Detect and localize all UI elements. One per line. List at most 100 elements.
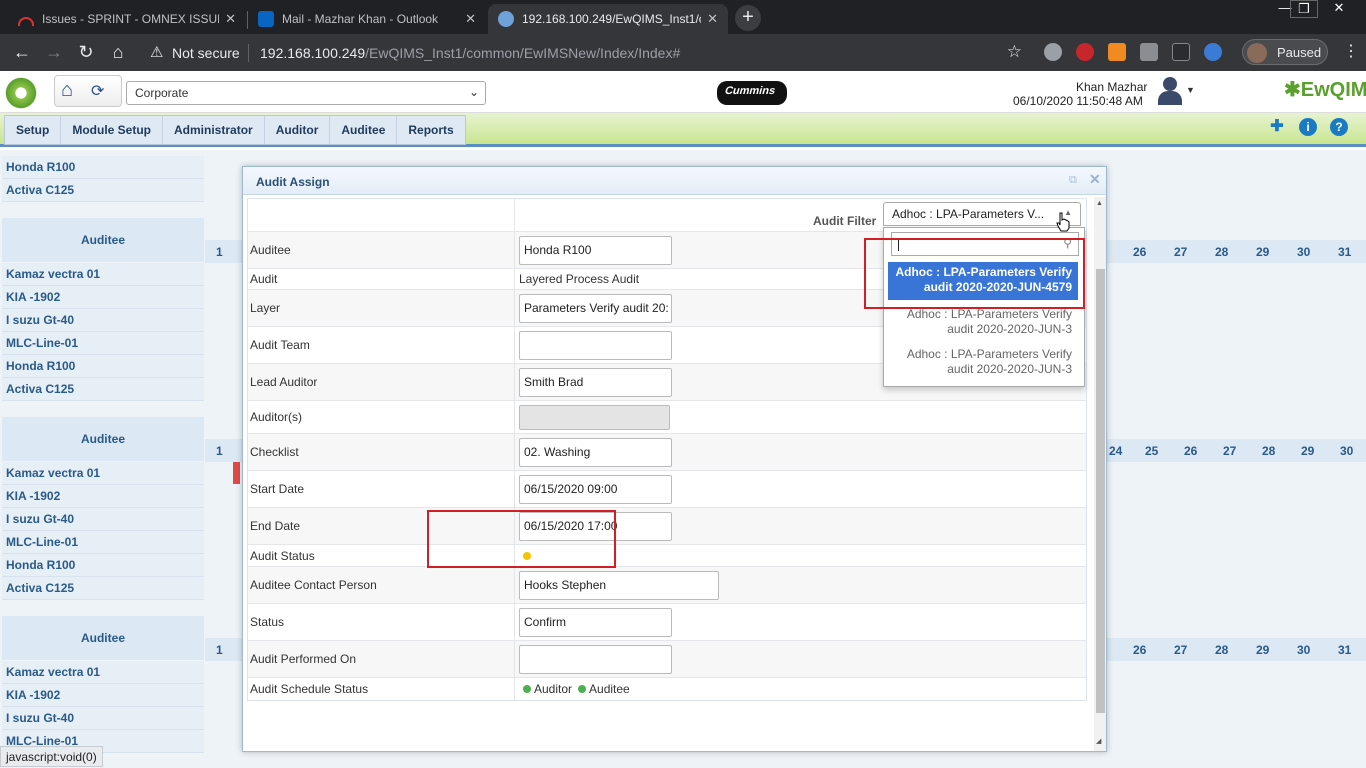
- tab-title: 192.168.100.249/EwQIMS_Inst1/c: [522, 12, 702, 26]
- day-number: 1: [216, 643, 223, 657]
- auditee-status-dot: [578, 685, 587, 693]
- auditors-field[interactable]: [519, 404, 670, 430]
- address-bar[interactable]: ⚠ Not secure 192.168.100.249/EwQIMS_Inst…: [140, 39, 1032, 67]
- day-number: 27: [1223, 444, 1237, 458]
- close-icon[interactable]: ✕: [225, 11, 236, 27]
- refresh-icon[interactable]: ⟳: [91, 81, 104, 101]
- close-icon[interactable]: ✕: [465, 11, 476, 27]
- caret-down-icon[interactable]: ▼: [1186, 85, 1195, 95]
- form-row-status: Status Confirm: [248, 604, 1086, 641]
- auditors-label: Auditor(s): [248, 401, 515, 433]
- layer-field[interactable]: Parameters Verify audit 20:: [519, 293, 672, 323]
- hand-cursor-icon: [1056, 212, 1070, 232]
- option-line: audit 2020-2020-JUN-3: [947, 362, 1072, 376]
- day-number: 25: [1145, 444, 1159, 458]
- auditor-status-dot: [523, 685, 531, 693]
- scrollbar-thumb[interactable]: [1096, 269, 1105, 713]
- list-item: Honda R100: [2, 156, 204, 179]
- lead-auditor-field[interactable]: Smith Brad: [519, 367, 672, 397]
- extension-icon[interactable]: [1204, 43, 1222, 61]
- day-number: 24: [1109, 444, 1123, 458]
- menu-reports[interactable]: Reports: [397, 116, 464, 144]
- company-select[interactable]: Corporate ⌄: [126, 81, 486, 105]
- profile-button[interactable]: Paused: [1242, 39, 1328, 65]
- dialog-close-button[interactable]: ✕: [1089, 172, 1103, 186]
- option-line: Adhoc : LPA-Parameters Verify: [906, 307, 1072, 321]
- home-icon[interactable]: ⌂: [61, 79, 73, 102]
- start-date-field[interactable]: 06/15/2020 09:00: [519, 474, 672, 504]
- contact-person-field[interactable]: Hooks Stephen: [519, 570, 719, 600]
- menu-auditee[interactable]: Auditee: [330, 116, 398, 144]
- option-line: audit 2020-2020-JUN-3: [947, 322, 1072, 336]
- browser-status-bar: javascript:void(0): [0, 746, 103, 767]
- menu-administrator[interactable]: Administrator: [163, 116, 265, 144]
- chevron-down-icon: ⌄: [468, 85, 479, 99]
- forward-icon[interactable]: →: [42, 41, 66, 65]
- dropdown-option[interactable]: Adhoc : LPA-Parameters Verify audit 2020…: [888, 344, 1078, 382]
- form-row-audit-status: Audit Status: [248, 545, 1086, 567]
- auditee-field[interactable]: Honda R100: [519, 235, 672, 265]
- form-row-end: End Date 06/15/2020 17:00: [248, 508, 1086, 545]
- highlight-box-status: [427, 510, 616, 568]
- form-row-performed: Audit Performed On: [248, 641, 1086, 678]
- dialog-titlebar: Audit Assign ⧉ ✕: [243, 167, 1106, 195]
- list-item: KIA -1902: [2, 485, 204, 508]
- menu-auditor[interactable]: Auditor: [265, 116, 331, 144]
- audit-filter-label: Audit Filter: [813, 214, 877, 228]
- audit-team-field[interactable]: [519, 330, 672, 360]
- jira-icon: [18, 16, 34, 26]
- help-icon[interactable]: ?: [1330, 118, 1348, 136]
- back-icon[interactable]: ←: [10, 41, 34, 65]
- day-number: 30: [1297, 643, 1311, 657]
- list-item: KIA -1902: [2, 684, 204, 707]
- scroll-up-icon[interactable]: ▲: [1096, 200, 1103, 207]
- browser-tab-ewqims[interactable]: 192.168.100.249/EwQIMS_Inst1/c ✕: [488, 4, 728, 34]
- extension-icon[interactable]: [1108, 43, 1126, 61]
- bookmark-star-icon[interactable]: ☆: [1007, 42, 1022, 62]
- performed-on-field[interactable]: [519, 644, 672, 674]
- extension-icon[interactable]: [1172, 43, 1190, 61]
- list-item: Activa C125: [2, 577, 204, 600]
- new-tab-button[interactable]: +: [735, 5, 761, 31]
- tab-title: Mail - Mazhar Khan - Outlook: [282, 12, 439, 26]
- list-item: Kamaz vectra 01: [2, 462, 204, 485]
- info-icon[interactable]: i: [1299, 118, 1317, 136]
- layer-label: Layer: [248, 290, 515, 326]
- profile-label: Paused: [1277, 45, 1322, 60]
- browser-tab-outlook[interactable]: Mail - Mazhar Khan - Outlook ✕: [248, 4, 486, 34]
- ewqims-logo: ✱EwQIMS: [1284, 77, 1366, 102]
- address-url: 192.168.100.249/EwQIMS_Inst1/common/EwIM…: [260, 45, 680, 61]
- browser-tab-issues[interactable]: Issues - SPRINT - OMNEX ISSUE ✕: [8, 4, 246, 34]
- menu-module-setup[interactable]: Module Setup: [61, 116, 164, 144]
- schedule-marker: [233, 462, 240, 484]
- extension-help-icon[interactable]: [1044, 43, 1062, 61]
- day-number: 31: [1338, 245, 1352, 259]
- status-field[interactable]: Confirm: [519, 607, 672, 637]
- form-row-schedule: Audit Schedule Status Auditor Auditee: [248, 678, 1086, 700]
- home-icon[interactable]: ⌂: [106, 41, 130, 65]
- user-avatar-icon[interactable]: [1156, 75, 1184, 107]
- reload-icon[interactable]: ↻: [74, 41, 98, 65]
- window-close-button[interactable]: ✕: [1322, 0, 1356, 18]
- grammarly-icon[interactable]: [1140, 43, 1158, 61]
- popout-icon[interactable]: ⧉: [1069, 174, 1077, 187]
- empty-label-cell: [248, 199, 515, 231]
- form-row-contact: Auditee Contact Person Hooks Stephen: [248, 567, 1086, 604]
- list-item: KIA -1902: [2, 286, 204, 309]
- pin-icon[interactable]: ✚: [1268, 118, 1286, 136]
- maximize-button[interactable]: ❐: [1290, 0, 1318, 18]
- browser-menu-icon[interactable]: ⋮: [1343, 41, 1359, 61]
- day-number: 28: [1262, 444, 1276, 458]
- dialog-scrollbar[interactable]: ▲ ◢: [1094, 197, 1106, 751]
- adblock-icon[interactable]: [1076, 43, 1094, 61]
- resize-grip-icon[interactable]: ◢: [1096, 737, 1101, 745]
- list-item: I suzu Gt-40: [2, 508, 204, 531]
- checklist-field[interactable]: 02. Washing: [519, 437, 672, 467]
- user-datetime: 06/10/2020 11:50:48 AM: [1013, 94, 1143, 108]
- dropdown-option[interactable]: Adhoc : LPA-Parameters Verify audit 2020…: [888, 304, 1078, 342]
- company-logo: [2, 74, 40, 112]
- menu-setup[interactable]: Setup: [5, 116, 62, 144]
- close-icon[interactable]: ✕: [707, 11, 718, 27]
- list-item: I suzu Gt-40: [2, 707, 204, 730]
- audit-filter-select[interactable]: Adhoc : LPA-Parameters V... ▲: [883, 202, 1081, 226]
